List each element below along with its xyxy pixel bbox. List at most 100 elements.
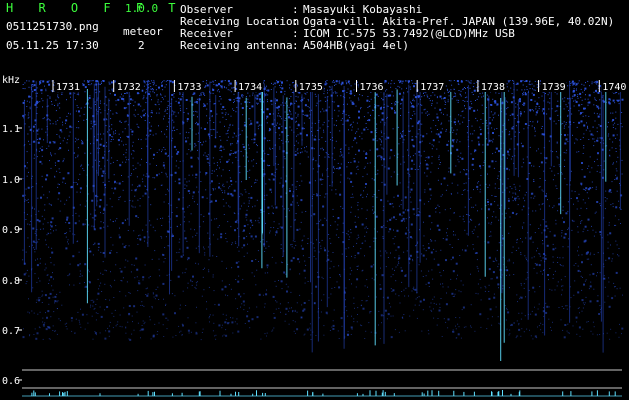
noise-pixel [304, 147, 305, 149]
noise-pixel [432, 298, 434, 300]
noise-pixel [410, 223, 413, 226]
noise-pixel [385, 227, 387, 228]
noise-pixel [524, 80, 526, 82]
noise-pixel [531, 257, 533, 259]
noise-pixel [368, 295, 370, 297]
noise-pixel [541, 95, 543, 97]
noise-pixel [413, 100, 415, 102]
noise-pixel [296, 311, 298, 313]
noise-pixel [44, 209, 46, 211]
noise-pixel [455, 133, 457, 135]
noise-pixel [64, 203, 66, 205]
noise-pixel [176, 207, 178, 209]
noise-pixel [335, 193, 337, 195]
noise-pixel [99, 227, 102, 230]
noise-pixel [457, 184, 459, 186]
noise-pixel [432, 139, 435, 142]
noise-pixel [161, 131, 162, 133]
noise-pixel [305, 114, 307, 116]
noise-pixel [409, 86, 411, 88]
noise-pixel [252, 94, 254, 96]
noise-pixel [496, 260, 498, 262]
noise-pixel [149, 163, 151, 165]
noise-pixel [442, 283, 444, 285]
noise-pixel [325, 152, 327, 153]
noise-pixel [338, 237, 340, 238]
noise-pixel [595, 100, 597, 101]
noise-pixel [427, 246, 430, 249]
noise-pixel [101, 291, 103, 292]
noise-pixel [37, 133, 39, 135]
noise-pixel [144, 240, 145, 242]
noise-pixel [542, 257, 544, 259]
noise-pixel [412, 260, 414, 262]
noise-pixel [39, 81, 41, 82]
noise-pixel [356, 278, 359, 281]
noise-pixel [555, 151, 557, 153]
noise-pixel [51, 155, 52, 157]
noise-pixel [211, 170, 213, 172]
noise-pixel [38, 128, 40, 130]
noise-pixel [36, 281, 38, 283]
noise-pixel [359, 94, 361, 96]
noise-pixel [313, 157, 315, 159]
noise-pixel [240, 295, 242, 297]
noise-pixel [550, 326, 551, 328]
noise-pixel [73, 284, 75, 286]
noise-pixel [287, 286, 289, 288]
noise-pixel [605, 200, 607, 202]
noise-pixel [206, 301, 207, 303]
noise-pixel [77, 138, 79, 140]
noise-pixel [267, 101, 268, 103]
noise-pixel [540, 270, 542, 272]
noise-pixel [221, 86, 223, 88]
noise-pixel [423, 95, 425, 97]
noise-pixel [252, 238, 254, 240]
noise-pixel [333, 80, 334, 82]
noise-pixel [64, 323, 66, 325]
noise-pixel [502, 191, 504, 193]
noise-pixel [451, 144, 454, 147]
noise-pixel [339, 274, 341, 276]
noise-pixel [588, 139, 590, 140]
noise-pixel [412, 208, 415, 211]
noise-pixel [106, 142, 107, 144]
noise-pixel [53, 264, 55, 266]
noise-pixel [431, 162, 433, 164]
noise-pixel [179, 160, 181, 162]
noise-pixel [142, 304, 144, 306]
noise-pixel [357, 97, 359, 99]
noise-pixel [489, 122, 492, 125]
noise-pixel [510, 324, 512, 326]
noise-pixel [529, 329, 530, 331]
noise-pixel [414, 113, 416, 115]
noise-pixel [548, 306, 550, 308]
noise-pixel [566, 330, 568, 332]
noise-pixel [379, 155, 381, 157]
noise-pixel [515, 200, 517, 202]
noise-pixel [79, 191, 81, 193]
noise-pixel [512, 126, 514, 127]
noise-pixel [62, 160, 64, 161]
noise-pixel [354, 95, 356, 97]
noise-pixel [79, 115, 81, 117]
noise-pixel [605, 190, 607, 192]
noise-pixel [506, 86, 508, 88]
noise-pixel [620, 223, 621, 224]
noise-pixel [173, 111, 175, 113]
noise-pixel [529, 109, 532, 112]
noise-pixel [368, 106, 370, 107]
noise-pixel [333, 266, 335, 268]
noise-pixel [290, 117, 292, 119]
noise-pixel [225, 238, 227, 239]
noise-pixel [399, 182, 401, 184]
noise-pixel [558, 203, 561, 206]
noise-pixel [445, 189, 447, 191]
noise-pixel [44, 294, 47, 297]
noise-pixel [125, 295, 127, 297]
noise-pixel [70, 96, 71, 98]
noise-pixel [275, 124, 277, 126]
noise-pixel [381, 118, 384, 121]
noise-pixel [266, 335, 267, 337]
noise-pixel [528, 83, 530, 85]
